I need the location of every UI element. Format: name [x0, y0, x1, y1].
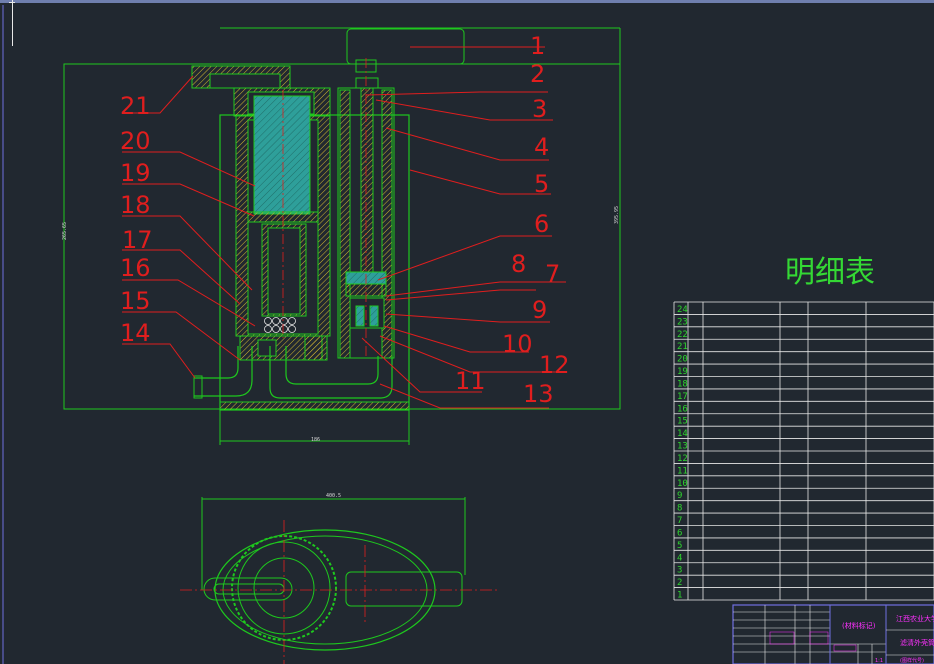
callout-6: 6: [534, 210, 549, 238]
callout-21: 21: [120, 92, 151, 120]
bom-row-number: 11: [677, 466, 688, 476]
callout-19: 19: [120, 159, 151, 187]
bom-row-number: 12: [677, 454, 688, 464]
callout-10: 10: [502, 330, 533, 358]
handle-plan: [345, 571, 463, 607]
base-plate: [219, 401, 410, 411]
bom-row-number: 13: [677, 442, 688, 452]
callout-18: 18: [120, 191, 151, 219]
callout-9: 9: [532, 296, 547, 324]
bom-row-number: 6: [677, 528, 682, 538]
outlet-pipe: [194, 346, 239, 379]
callout-4: 4: [534, 133, 549, 161]
callout-13: 13: [523, 380, 554, 408]
callout-14: 14: [120, 319, 151, 347]
bom-row-number: 10: [677, 479, 688, 489]
bom-row-number: 19: [677, 367, 688, 377]
bom-row-number: 3: [677, 566, 682, 576]
dim-base-width: 186: [311, 437, 320, 443]
bom-row-number: 9: [677, 491, 682, 501]
dim-right-height: 395.95: [614, 206, 620, 224]
filter-core: [253, 95, 311, 215]
callout-16: 16: [120, 254, 151, 282]
callout-3: 3: [532, 95, 547, 123]
top-view: 400.5: [180, 493, 500, 664]
bom-row-number: 17: [677, 392, 688, 402]
callout-12: 12: [539, 351, 570, 379]
inlet-slot: [203, 577, 293, 601]
bom-row-number: 16: [677, 404, 688, 414]
bom-row-number: 14: [677, 429, 688, 439]
bom-row-number: 20: [677, 355, 688, 365]
callout-11: 11: [455, 367, 486, 395]
title-block: (材料标记) 江西农业大学 滤清外壳筒 (图样代号) 1:1: [732, 604, 934, 664]
callout-17: 17: [122, 226, 153, 254]
bom-row-number: 23: [677, 317, 688, 327]
tb-material-mark: (材料标记): [842, 621, 876, 630]
bom-row-number: 24: [677, 305, 688, 315]
bom-row-number: 22: [677, 330, 688, 340]
callout-8: 8: [511, 250, 526, 278]
tb-drawing-code: (图样代号): [900, 657, 924, 664]
bom-row-number: 4: [677, 553, 682, 563]
bom-title: 明细表: [785, 255, 875, 290]
bom-row-number: 21: [677, 342, 688, 352]
dim-left-height: 265.65: [62, 222, 68, 240]
bom-table: 明细表 242322212019181716151413121110987654…: [673, 255, 934, 601]
tb-school: 江西农业大学: [896, 614, 934, 623]
drawing-sheet[interactable]: 265.65 395.95 186 1 2 3 4 5 6 7 8 9 10 1…: [0, 0, 934, 664]
callout-7: 7: [545, 260, 560, 288]
bom-row-number: 5: [677, 541, 682, 551]
callout-5: 5: [534, 170, 549, 198]
callout-20: 20: [120, 127, 151, 155]
bom-row-number: 2: [677, 578, 682, 588]
tb-scale: 1:1: [875, 658, 883, 664]
bom-row-number: 1: [677, 591, 682, 601]
bom-row-number: 8: [677, 504, 682, 514]
pump-rod: [360, 87, 374, 279]
cad-canvas[interactable]: 265.65 395.95 186 1 2 3 4 5 6 7 8 9 10 1…: [0, 0, 934, 664]
bom-row-number: 18: [677, 379, 688, 389]
dim-top-view-width: 400.5: [326, 493, 341, 499]
tb-drawing-name: 滤清外壳筒: [900, 638, 934, 647]
bom-row-number: 15: [677, 417, 688, 427]
callout-15: 15: [120, 287, 151, 315]
bom-row-number: 7: [677, 516, 682, 526]
callout-1: 1: [530, 32, 545, 60]
callout-2: 2: [530, 60, 545, 88]
